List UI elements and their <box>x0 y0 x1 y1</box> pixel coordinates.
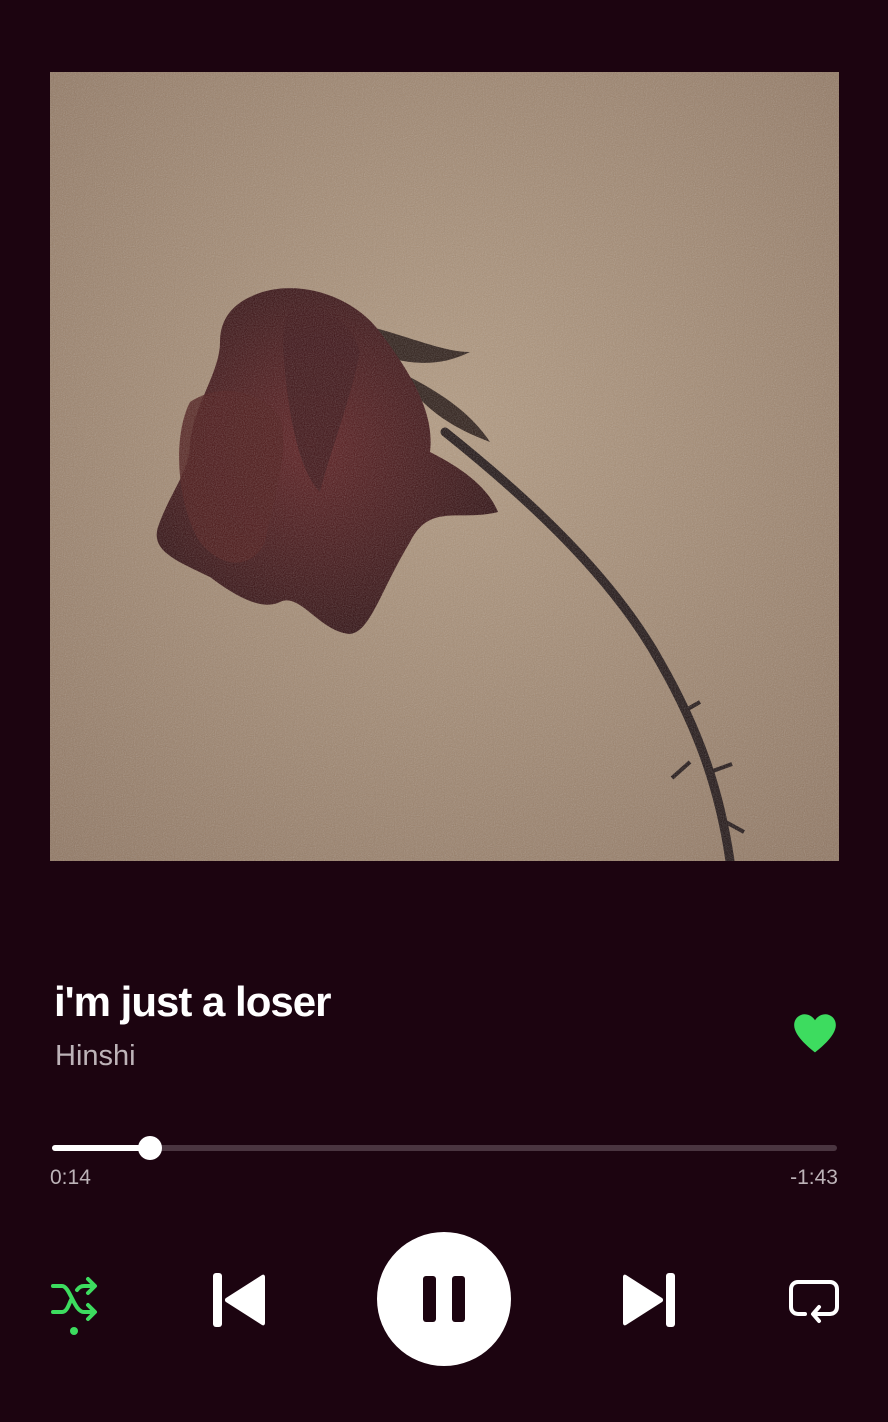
album-artwork <box>50 72 839 861</box>
heart-icon <box>794 1014 836 1053</box>
now-playing-screen: i'm just a loser Hinshi 0:14 -1:43 <box>0 0 888 1422</box>
track-title[interactable]: i'm just a loser <box>54 978 331 1026</box>
skip-previous-icon <box>213 1273 265 1327</box>
next-button[interactable] <box>620 1270 678 1330</box>
shuffle-button[interactable] <box>50 1274 102 1338</box>
progress-bar[interactable] <box>52 1136 837 1160</box>
previous-button[interactable] <box>210 1270 268 1330</box>
progress-track <box>52 1145 837 1151</box>
remaining-time: -1:43 <box>790 1166 838 1189</box>
artist-name[interactable]: Hinshi <box>55 1040 136 1073</box>
skip-next-icon <box>623 1273 675 1327</box>
pause-icon <box>423 1276 465 1322</box>
shuffle-icon <box>51 1277 97 1335</box>
progress-fill <box>52 1145 151 1151</box>
repeat-icon <box>789 1280 839 1323</box>
elapsed-time: 0:14 <box>50 1166 91 1189</box>
pause-button[interactable] <box>377 1232 511 1366</box>
repeat-button[interactable] <box>788 1276 840 1324</box>
like-button[interactable] <box>790 1008 840 1058</box>
progress-handle[interactable] <box>138 1136 163 1160</box>
